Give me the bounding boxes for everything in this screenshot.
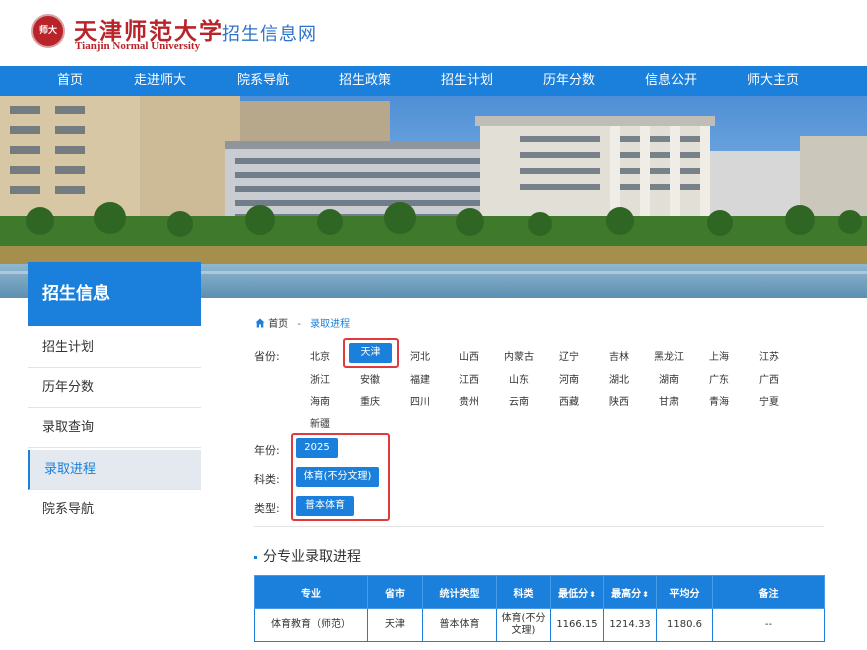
sort-icon[interactable]: ⬍ <box>642 590 649 599</box>
breadcrumb: 首页 - 录取进程 <box>255 315 350 330</box>
sidebar-item-progress[interactable]: 录取进程 <box>28 450 201 490</box>
year-label: 年份: <box>254 444 280 457</box>
type-label: 类型: <box>254 502 280 515</box>
province-option[interactable]: 贵州 <box>449 393 489 408</box>
sort-icon[interactable]: ⬍ <box>589 590 596 599</box>
main-nav: 首页 走进师大 院系导航 招生政策 招生计划 历年分数 信息公开 师大主页 <box>0 66 867 96</box>
province-option[interactable]: 吉林 <box>599 348 639 363</box>
province-option[interactable]: 湖北 <box>599 371 639 386</box>
province-option[interactable]: 海南 <box>300 393 340 408</box>
nav-departments[interactable]: 院系导航 <box>237 66 289 96</box>
sidebar-item-plan[interactable]: 招生计划 <box>28 328 201 368</box>
filter-highlight-box <box>291 433 390 521</box>
province-label: 省份: <box>254 350 280 363</box>
nav-university-home[interactable]: 师大主页 <box>747 66 799 96</box>
province-option[interactable]: 黑龙江 <box>649 348 689 363</box>
nav-disclosure[interactable]: 信息公开 <box>645 66 697 96</box>
breadcrumb-home[interactable]: 首页 <box>268 319 288 330</box>
province-option[interactable]: 安徽 <box>350 371 390 386</box>
province-option[interactable]: 河北 <box>400 348 440 363</box>
province-option[interactable]: 上海 <box>699 348 739 363</box>
province-option[interactable]: 云南 <box>499 393 539 408</box>
province-option[interactable]: 甘肃 <box>649 393 689 408</box>
nav-scores[interactable]: 历年分数 <box>543 66 595 96</box>
section-title-text: 分专业录取进程 <box>263 549 361 565</box>
province-option[interactable]: 山西 <box>449 348 489 363</box>
province-option[interactable]: 福建 <box>400 371 440 386</box>
breadcrumb-separator: - <box>297 319 301 330</box>
cell-stat-type: 普本体育 <box>422 608 497 642</box>
province-highlight-box <box>343 338 399 368</box>
province-option[interactable]: 四川 <box>400 393 440 408</box>
site-header: 师大 天津师范大学 Tianjin Normal University 招生信息… <box>0 0 867 66</box>
section-title-bullet <box>254 555 257 559</box>
cell-major: 体育教育（师范） <box>254 608 368 642</box>
province-option[interactable]: 浙江 <box>300 371 340 386</box>
sidebar-title: 招生信息 <box>28 262 201 326</box>
province-option[interactable]: 江苏 <box>749 348 789 363</box>
section-title: 分专业录取进程 <box>254 546 361 566</box>
nav-policy[interactable]: 招生政策 <box>339 66 391 96</box>
cell-max-score: 1214.33 <box>603 608 657 642</box>
home-icon[interactable] <box>255 318 265 328</box>
col-header-stat-type: 统计类型 <box>422 575 497 609</box>
admission-progress-table: 专业 省市 统计类型 科类 最低分⬍ 最高分⬍ 平均分 备注 体育教育（师范） … <box>254 575 825 642</box>
cell-min-score: 1166.15 <box>550 608 604 642</box>
site-title: 招生信息网 <box>222 24 317 45</box>
province-option[interactable]: 新疆 <box>300 415 340 430</box>
province-option[interactable]: 辽宁 <box>549 348 589 363</box>
province-option[interactable]: 北京 <box>300 348 340 363</box>
subject-label: 科类: <box>254 473 280 486</box>
province-option[interactable]: 广东 <box>699 371 739 386</box>
col-header-subject: 科类 <box>496 575 551 609</box>
province-option[interactable]: 内蒙古 <box>499 348 539 363</box>
table-header-row: 专业 省市 统计类型 科类 最低分⬍ 最高分⬍ 平均分 备注 <box>254 575 825 609</box>
province-option[interactable]: 河南 <box>549 371 589 386</box>
sidebar-item-query[interactable]: 录取查询 <box>28 408 201 448</box>
province-option[interactable]: 重庆 <box>350 393 390 408</box>
cell-avg-score: 1180.6 <box>656 608 713 642</box>
sidebar-item-departments[interactable]: 院系导航 <box>28 490 201 530</box>
sidebar-item-scores[interactable]: 历年分数 <box>28 368 201 408</box>
cell-province: 天津 <box>367 608 423 642</box>
university-name-en[interactable]: Tianjin Normal University <box>75 40 200 52</box>
section-divider <box>254 526 824 527</box>
province-option[interactable]: 西藏 <box>549 393 589 408</box>
province-option[interactable]: 青海 <box>699 393 739 408</box>
nav-home[interactable]: 首页 <box>57 66 83 96</box>
province-option[interactable]: 山东 <box>499 371 539 386</box>
col-header-max-score[interactable]: 最高分⬍ <box>603 575 657 609</box>
col-header-avg-score: 平均分 <box>656 575 713 609</box>
cell-subject: 体育(不分文理) <box>496 608 551 642</box>
col-header-min-score[interactable]: 最低分⬍ <box>550 575 604 609</box>
province-option[interactable]: 宁夏 <box>749 393 789 408</box>
nav-plan[interactable]: 招生计划 <box>441 66 493 96</box>
university-seal-logo[interactable]: 师大 <box>31 14 65 48</box>
province-option[interactable]: 陕西 <box>599 393 639 408</box>
province-option[interactable]: 江西 <box>449 371 489 386</box>
province-option[interactable]: 广西 <box>749 371 789 386</box>
province-option[interactable]: 湖南 <box>649 371 689 386</box>
col-header-major: 专业 <box>254 575 368 609</box>
breadcrumb-current[interactable]: 录取进程 <box>310 319 350 330</box>
nav-about[interactable]: 走进师大 <box>134 66 186 96</box>
col-header-max-score-label: 最高分 <box>611 588 642 600</box>
col-header-min-score-label: 最低分 <box>558 588 589 600</box>
col-header-province: 省市 <box>367 575 423 609</box>
col-header-remarks: 备注 <box>712 575 825 609</box>
table-row: 体育教育（师范） 天津 普本体育 体育(不分文理) 1166.15 1214.3… <box>254 608 825 642</box>
cell-remarks: -- <box>712 608 825 642</box>
